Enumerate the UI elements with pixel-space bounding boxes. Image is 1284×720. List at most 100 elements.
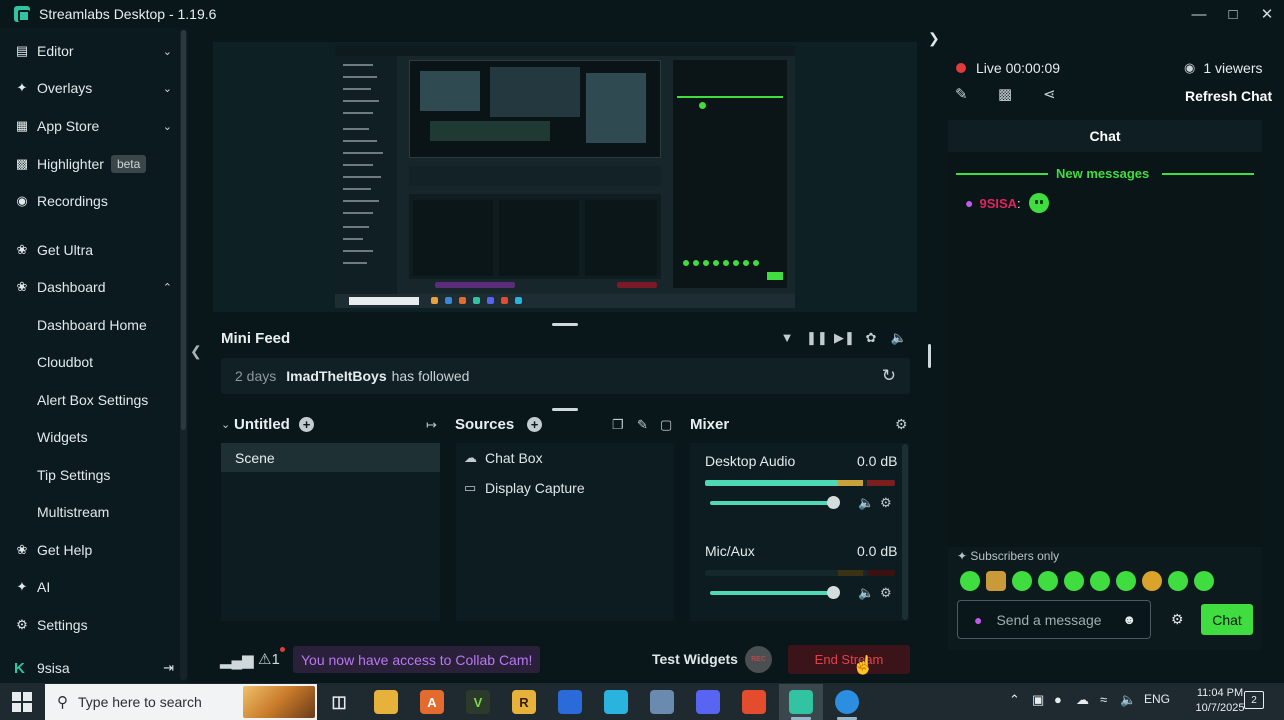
record-button[interactable]: REC	[745, 646, 772, 673]
scene-collection-title[interactable]: Untitled	[234, 416, 290, 433]
sidebar-item-tip-settings[interactable]: Tip Settings	[0, 458, 180, 492]
minimize-icon[interactable]: —	[1182, 0, 1216, 28]
pause-icon[interactable]: ❚❚	[806, 330, 828, 346]
tray-app-icon[interactable]: ▣	[1032, 692, 1044, 708]
mute-alerts-icon[interactable]: ✿	[862, 330, 880, 346]
brave-icon[interactable]	[742, 690, 766, 714]
emote-icon[interactable]	[1194, 571, 1214, 591]
chat-input-box[interactable]: ● ☻	[957, 600, 1151, 639]
sidebar-item-highlighter[interactable]: ▩ Highlighter beta	[0, 147, 180, 181]
user-account[interactable]: K 9sisa ⇥	[0, 656, 180, 680]
wifi-icon[interactable]: ≈	[1100, 692, 1107, 707]
collapse-sidebar-icon[interactable]: ❮	[190, 343, 202, 360]
sidebar-item-alert-box-settings[interactable]: Alert Box Settings	[0, 383, 180, 417]
add-source-icon[interactable]: +	[527, 417, 542, 432]
emote-icon[interactable]	[960, 571, 980, 591]
resize-handle[interactable]	[552, 323, 578, 326]
mixer-scrollbar[interactable]	[902, 444, 908, 620]
emote-icon[interactable]	[1012, 571, 1032, 591]
chevron-down-icon[interactable]: ⌄	[163, 120, 172, 133]
streamlabs-taskbar-icon[interactable]	[789, 690, 813, 714]
close-icon[interactable]: ✕	[1250, 0, 1284, 28]
sidebar-item-overlays[interactable]: ✦ Overlays ⌄	[0, 71, 180, 105]
edge-icon[interactable]	[835, 690, 859, 714]
emote-icon[interactable]	[1090, 571, 1110, 591]
emote-icon[interactable]	[1038, 571, 1058, 591]
taskbar-search[interactable]: ⚲	[45, 684, 317, 720]
volume-icon[interactable]: 🔈	[890, 330, 908, 346]
chevron-down-icon[interactable]: ⌄	[163, 45, 172, 58]
collapse-dock-icon[interactable]: ❯	[928, 30, 940, 47]
volume-slider-knob[interactable]	[827, 586, 840, 599]
scene-item[interactable]: Scene	[221, 443, 440, 472]
emote-icon[interactable]	[1168, 571, 1188, 591]
replay-alert-icon[interactable]: ↻	[882, 366, 896, 386]
volume-slider[interactable]	[710, 496, 840, 509]
sidebar-item-dashboard[interactable]: ❀ Dashboard ⌃	[0, 270, 180, 304]
rockstar-icon[interactable]: R	[512, 690, 536, 714]
maximize-icon[interactable]: □	[1216, 0, 1250, 28]
collab-cam-notice[interactable]: You now have access to Collab Cam!	[293, 646, 541, 673]
sidebar-item-multistream[interactable]: Multistream	[0, 495, 180, 529]
share-icon[interactable]: ⋖	[1043, 85, 1056, 103]
test-widgets-button[interactable]: Test Widgets	[652, 651, 738, 667]
refresh-chat-button[interactable]: Refresh Chat	[1185, 88, 1272, 104]
file-explorer-icon[interactable]	[374, 690, 398, 714]
app-blue-icon[interactable]	[558, 690, 582, 714]
pencil-icon[interactable]: ✎	[955, 85, 968, 103]
cloud-icon[interactable]: ☁	[1076, 692, 1089, 708]
chat-username[interactable]: 9SISA	[979, 196, 1017, 211]
chat-message-input[interactable]	[996, 611, 1115, 628]
resize-handle[interactable]	[552, 408, 578, 411]
skip-icon[interactable]: ▶❚	[834, 330, 855, 346]
transition-icon[interactable]: ↦	[426, 417, 437, 433]
emote-icon[interactable]	[986, 571, 1006, 591]
add-scene-icon[interactable]: +	[299, 417, 314, 432]
sidebar-item-cloudbot[interactable]: Cloudbot	[0, 345, 180, 379]
sidebar-item-get-help[interactable]: ❀ Get Help	[0, 533, 180, 567]
speaker-muted-icon[interactable]: 🔈	[1120, 692, 1136, 708]
source-item-chat-box[interactable]: ☁ Chat Box	[464, 450, 543, 466]
source-group-icon[interactable]: ❐	[612, 417, 624, 433]
app-monitor-icon[interactable]	[650, 690, 674, 714]
sidebar-item-recordings[interactable]: ◉ Recordings	[0, 184, 180, 218]
emote-icon[interactable]	[1064, 571, 1084, 591]
notifications-alert[interactable]: ⚠1	[258, 647, 285, 668]
sidebar-scrollbar[interactable]	[180, 30, 187, 680]
taskbar-clock[interactable]: 11:04 PM 10/7/2025	[1188, 686, 1252, 716]
store-bag-icon[interactable]	[604, 690, 628, 714]
notification-center-icon[interactable]: 2	[1244, 691, 1264, 709]
app-a-icon[interactable]: A	[420, 690, 444, 714]
discord-icon[interactable]	[696, 690, 720, 714]
sidebar-item-editor[interactable]: ▤ Editor ⌄	[0, 34, 180, 68]
end-stream-button[interactable]: End Stream	[788, 645, 910, 674]
dock-resize-handle[interactable]	[928, 344, 931, 368]
logout-icon[interactable]: ⇥	[163, 660, 174, 676]
volume-slider[interactable]	[710, 586, 840, 599]
sidebar-item-widgets[interactable]: Widgets	[0, 420, 180, 454]
emote-icon[interactable]	[1116, 571, 1136, 591]
sidebar-item-dashboard-home[interactable]: Dashboard Home	[0, 308, 180, 342]
send-chat-button[interactable]: Chat	[1201, 604, 1253, 635]
sidebar-item-get-ultra[interactable]: ❀ Get Ultra	[0, 233, 180, 267]
source-item-display-capture[interactable]: ▭ Display Capture	[464, 480, 585, 496]
sidebar-item-app-store[interactable]: ▦ App Store ⌄	[0, 109, 180, 143]
performance-stats-icon[interactable]: ▂▄▆	[220, 651, 254, 669]
language-indicator[interactable]: ENG	[1144, 692, 1170, 706]
emote-icon[interactable]	[1142, 571, 1162, 591]
windows-start-icon[interactable]	[12, 692, 32, 712]
camera-icon[interactable]: ▩	[998, 85, 1012, 103]
filter-icon[interactable]: ▼	[778, 330, 796, 346]
stream-preview[interactable]	[213, 42, 917, 312]
app-v-icon[interactable]: V	[466, 690, 490, 714]
search-input[interactable]	[78, 694, 238, 710]
emoji-icon[interactable]: ☻	[1122, 612, 1136, 627]
sidebar-item-settings[interactable]: ⚙ Settings	[0, 608, 180, 642]
source-properties-icon[interactable]: ✎	[637, 417, 648, 433]
gear-icon[interactable]: ⚙	[1171, 611, 1184, 628]
chevron-down-icon[interactable]: ⌄	[163, 82, 172, 95]
gear-icon[interactable]: ⚙	[880, 495, 892, 511]
folder-icon[interactable]: ▢	[660, 417, 672, 433]
chevron-down-icon[interactable]: ⌄	[221, 418, 230, 431]
task-view-icon[interactable]: ◫	[327, 690, 351, 714]
